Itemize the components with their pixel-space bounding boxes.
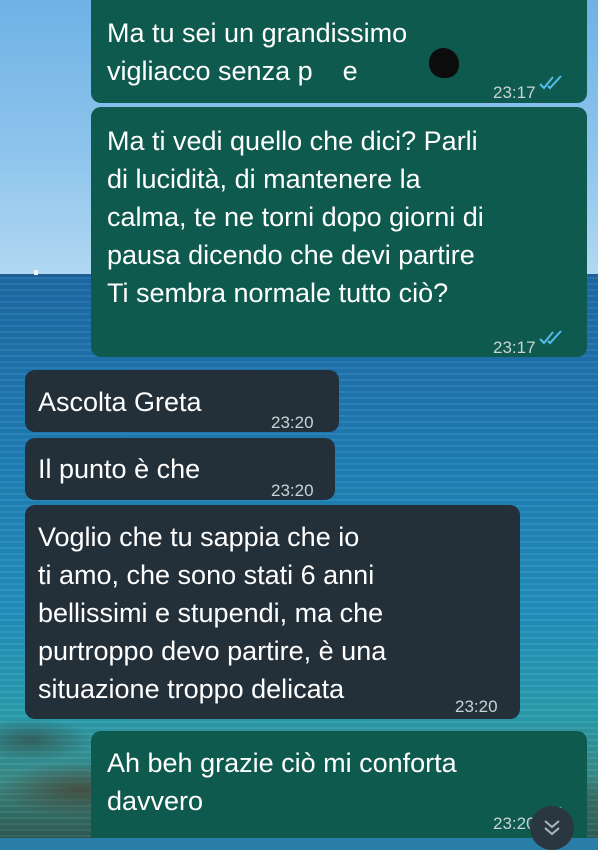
- message-line: Voglio che tu sappia che io: [38, 522, 360, 552]
- message-bubble-outgoing[interactable]: Ma ti vedi quello che dici? Parli di luc…: [91, 107, 587, 357]
- message-line: Ah beh grazie ciò mi conforta: [107, 748, 457, 778]
- message-line: ti amo, che sono stati 6 anni: [38, 560, 375, 590]
- message-line: di lucidità, di mantenere la: [107, 164, 421, 194]
- double-chevron-down-icon: [544, 820, 560, 836]
- double-check-icon: [539, 75, 562, 90]
- message-time: 23:20: [271, 413, 314, 432]
- message-bubble-incoming[interactable]: Voglio che tu sappia che io ti amo, che …: [25, 505, 520, 719]
- message-line: Ascolta Greta: [38, 387, 202, 417]
- message-bubble-incoming[interactable]: Il punto è che 23:20: [25, 438, 335, 500]
- double-check-icon: [539, 330, 562, 345]
- message-line: Ma ti vedi quello che dici? Parli: [107, 126, 478, 156]
- wallpaper-boat: [34, 270, 38, 275]
- message-time: 23:20: [455, 697, 498, 716]
- message-line: bellissimi e stupendi, ma che: [38, 598, 384, 628]
- message-line: situazione troppo delicata: [38, 674, 345, 704]
- message-line: Il punto è che: [38, 454, 201, 484]
- message-line: pausa dicendo che devi partire: [107, 240, 475, 270]
- message-line: vigliacco senza p e: [107, 56, 358, 86]
- message-line: davvero: [107, 786, 204, 816]
- redaction-mark: [429, 48, 459, 78]
- message-line: purtroppo devo partire, è una: [38, 636, 387, 666]
- message-line: Ma tu sei un grandissimo: [107, 18, 408, 48]
- message-bubble-incoming[interactable]: Ascolta Greta 23:20: [25, 370, 339, 432]
- message-time: 23:17: [493, 338, 536, 357]
- message-line: Ti sembra normale tutto ciò?: [107, 278, 449, 308]
- message-bubble-outgoing[interactable]: Ah beh grazie ciò mi conforta davvero 23…: [91, 731, 587, 838]
- message-line: calma, te ne torni dopo giorni di: [107, 202, 484, 232]
- scroll-to-bottom-button[interactable]: [530, 806, 574, 850]
- message-time: 23:20: [493, 814, 536, 833]
- message-bubble-outgoing[interactable]: Ma tu sei un grandissimo vigliacco senza…: [91, 0, 587, 103]
